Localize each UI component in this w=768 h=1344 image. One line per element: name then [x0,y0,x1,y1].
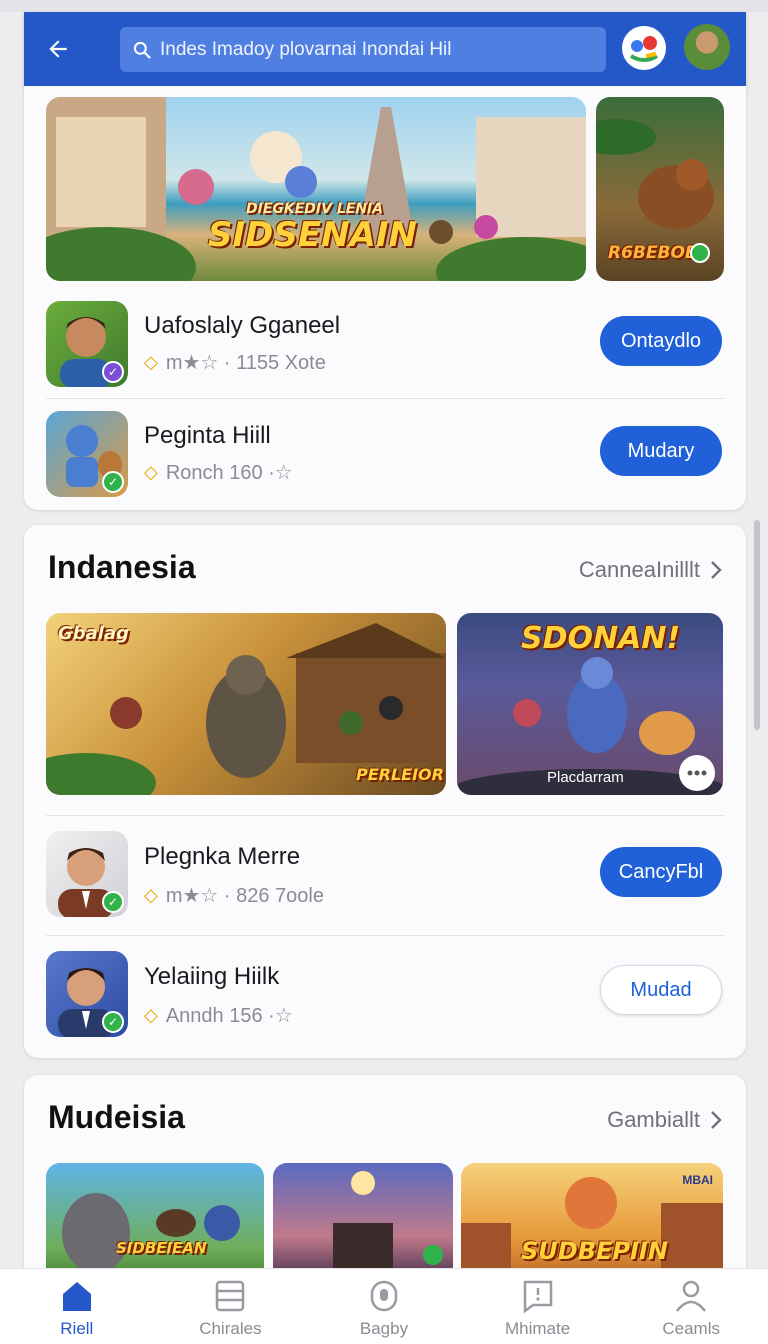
chevron-right-icon [711,1111,722,1129]
app-icon: ✓ [46,951,128,1037]
game-banner-3[interactable]: SUDBEPIIN MBAI [461,1163,723,1285]
nav-label: Riell [60,1319,94,1338]
nav-item-home[interactable]: Riell [0,1269,154,1344]
banner-3-tag: MBAI [682,1173,713,1187]
location-icon [370,1280,398,1312]
game-banner-right[interactable]: SDONAN! Placdarram [457,613,723,795]
scrollbar[interactable] [754,520,760,730]
diamond-icon: ◇ [144,885,158,905]
back-button[interactable] [24,12,92,86]
section-title: Indanesia [48,549,196,585]
banner-left-tag: PERLEIOR [356,765,444,784]
back-arrow-icon [49,40,67,58]
banner-right-label: Placdarram [547,769,624,786]
app-title: Plegnka Merre [144,843,301,870]
search-icon [133,41,151,59]
banner-main-caption: SIDSENAIN [208,215,417,255]
list-item[interactable]: ✓ Yelaiing Hiilk ◇ Anndh 156 ·☆ Mudad [24,935,746,1045]
nav-item-account[interactable]: Ceamls [614,1269,768,1344]
list-item[interactable]: ✓ Plegnka Merre ◇ m★☆ · 826 7oole CancyF… [24,815,746,925]
app-meta-text: m★☆ · 1155 Xote [165,352,326,374]
app-title: Peginta Hiill [144,422,271,449]
app-meta: ◇ m★☆ · 1155 Xote [144,350,326,375]
section-title: Mudeisia [48,1099,185,1135]
app-meta: ◇ m★☆ · 826 7oole [144,883,324,908]
install-button[interactable]: Mudad [600,965,722,1015]
install-button[interactable]: Mudary [600,426,722,476]
banner-right-caption: SDONAN! [521,621,681,656]
list-item[interactable]: ✓ Uafoslaly Gganeel ◇ m★☆ · 1155 Xote On… [24,288,746,398]
verified-badge-icon: ✓ [102,1011,124,1033]
see-all-link[interactable]: CanneaInilllt [579,557,722,583]
featured-banner-side[interactable]: R6BEBOB [596,97,724,281]
top-app-bar: Indes Imadoy plovarnai Inondai Hil [24,12,746,86]
nav-label: Ceamls [662,1319,720,1338]
diamond-icon: ◇ [144,462,158,482]
section-mudeisia: Mudeisia Gambiallt SIDBEIEAN SUDBEPIIN M… [24,1075,746,1285]
app-meta-text: Anndh 156 ·☆ [165,1005,293,1027]
banner-left-caption: Gbalag [58,623,130,644]
nav-item-charts[interactable]: Chirales [154,1269,308,1344]
install-button[interactable]: Ontaydlo [600,316,722,366]
assistant-icon[interactable] [622,26,666,70]
list-item[interactable]: ✓ Peginta Hiill ◇ Ronch 160 ·☆ Mudary [24,398,746,508]
see-all-link[interactable]: Gambiallt [607,1107,722,1133]
install-button[interactable]: CancyFbl [600,847,722,897]
more-options-button[interactable] [679,755,715,791]
status-bar [0,0,768,12]
see-all-label[interactable]: CanneaInilllt [579,557,700,583]
diamond-icon: ◇ [144,352,158,372]
person-icon [676,1280,707,1312]
section-indanesia: Indanesia CanneaInilllt Gbalag PERLEIOR [24,525,746,1058]
nav-label: Bagby [359,1319,409,1338]
game-banner-2[interactable] [273,1163,453,1285]
banner-1-caption: SIDBEIEAN [116,1239,207,1257]
app-meta-text: m★☆ · 826 7oole [165,885,324,907]
banner-2-scene [333,1171,443,1283]
app-meta: ◇ Ronch 160 ·☆ [144,460,293,485]
profile-avatar[interactable] [684,24,730,70]
verified-badge-icon: ✓ [102,471,124,493]
app-meta: ◇ Anndh 156 ·☆ [144,1003,293,1028]
app-icon: ✓ [46,411,128,497]
verified-badge-icon: ✓ [102,891,124,913]
banner-3-caption: SUDBEPIIN [521,1237,668,1265]
app-title: Yelaiing Hiilk [144,963,280,990]
list-icon [216,1280,245,1312]
chevron-right-icon [711,561,722,579]
verified-badge-icon [690,243,710,263]
nav-label: Chirales [199,1319,262,1338]
featured-card: DIEGKEDIV LENIA SIDSENAIN R6BEBOB ✓ Uafo… [24,86,746,510]
banner-side-caption: R6BEBOB [608,243,698,263]
nav-label: Mhimate [504,1319,571,1338]
game-banner-1[interactable]: SIDBEIEAN [46,1163,264,1285]
search-query[interactable]: Indes Imadoy plovarnai Inondai Hil [160,39,452,61]
see-all-label[interactable]: Gambiallt [607,1107,700,1133]
message-icon [523,1280,552,1313]
home-icon [62,1282,91,1311]
banner-1-scene [62,1193,240,1273]
app-title: Uafoslaly Gganeel [144,312,341,339]
app-icon: ✓ [46,301,128,387]
game-banner-left[interactable]: Gbalag PERLEIOR [46,613,446,795]
app-meta-text: Ronch 160 ·☆ [165,462,293,484]
bottom-navigation: Riell Chirales Bagby Mhimate Ceamls [0,1268,768,1344]
app-icon: ✓ [46,831,128,917]
edit-badge-icon: ✓ [102,361,124,383]
more-horizontal-icon [687,770,707,776]
featured-banner-main[interactable]: DIEGKEDIV LENIA SIDSENAIN [46,97,586,281]
nav-item-mhimate[interactable]: Mhimate [461,1269,615,1344]
search-bar[interactable]: Indes Imadoy plovarnai Inondai Hil [120,27,606,72]
diamond-icon: ◇ [144,1005,158,1025]
nav-item-bagby[interactable]: Bagby [307,1269,461,1344]
